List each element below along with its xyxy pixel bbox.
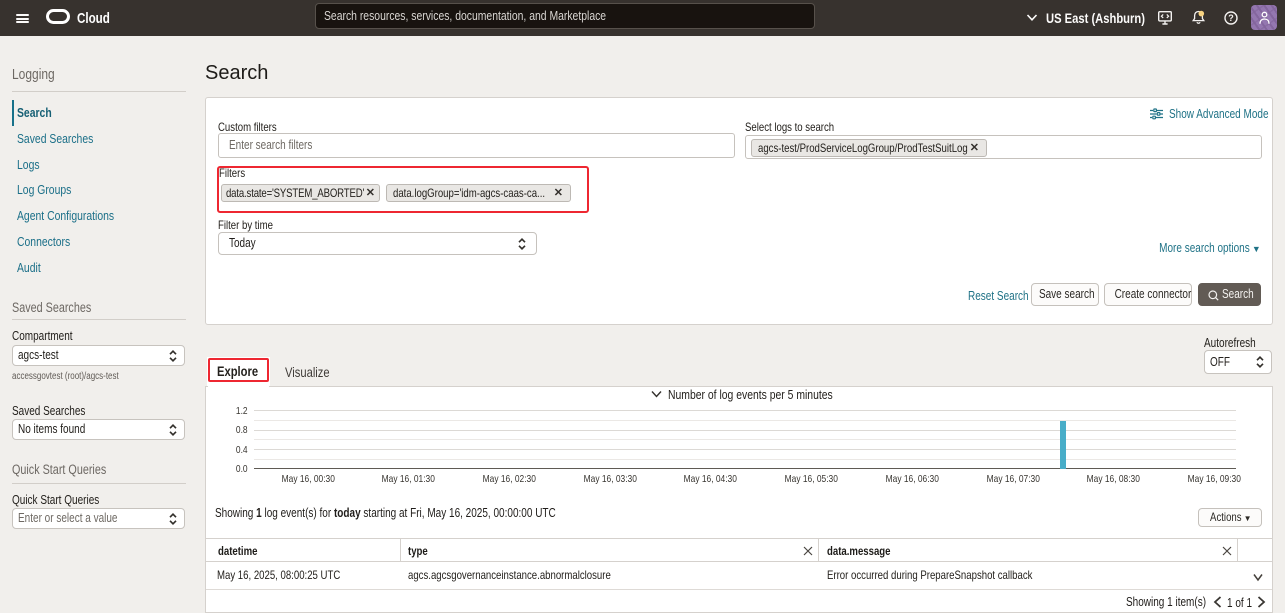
svg-text:?: ?	[1228, 13, 1234, 23]
